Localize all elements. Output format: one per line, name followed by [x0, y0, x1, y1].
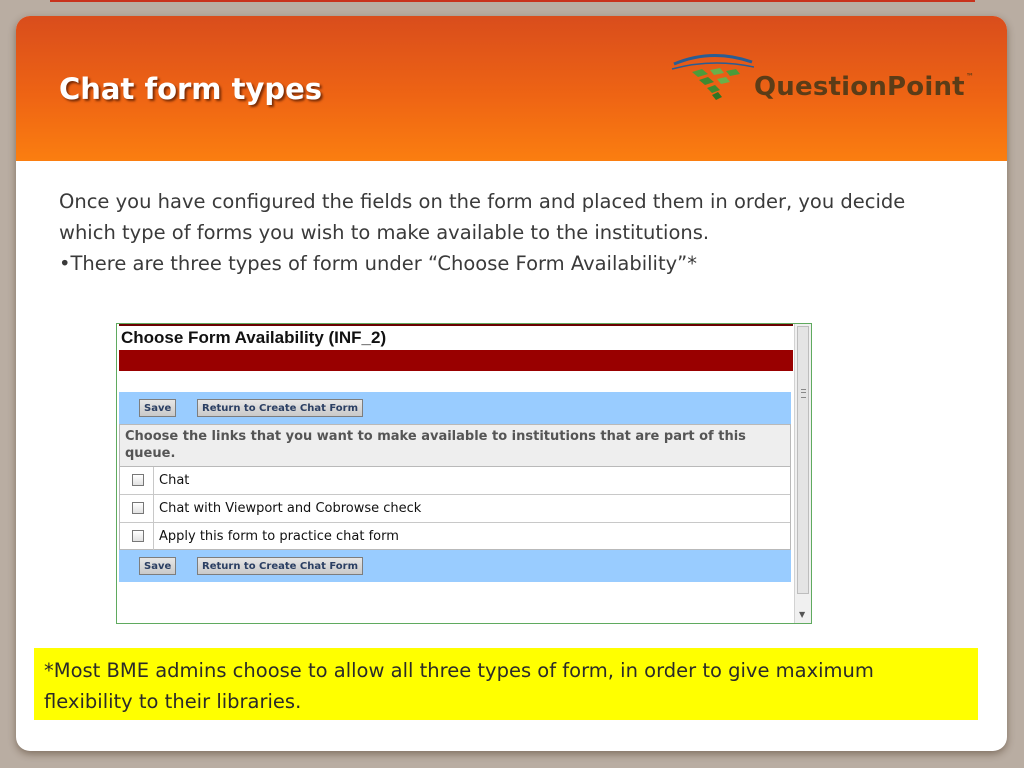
scroll-down-arrow-icon[interactable]: ▼ — [799, 611, 805, 619]
option-label: Chat — [159, 473, 190, 488]
body-paragraph: Once you have configured the fields on t… — [59, 190, 906, 244]
checkbox-cell — [120, 523, 154, 551]
slide: Chat form types QuestionPoint™ Once you … — [16, 16, 1007, 751]
slide-title: Chat form types — [59, 72, 323, 106]
slide-body: Once you have configured the fields on t… — [59, 186, 929, 279]
chat-checkbox[interactable] — [132, 474, 144, 486]
form-availability-screenshot: Choose Form Availability (INF_2) Save Re… — [116, 323, 812, 624]
return-to-create-chat-form-button[interactable]: Return to Create Chat Form — [197, 399, 364, 417]
option-label: Apply this form to practice chat form — [159, 529, 399, 544]
body-bullet: •There are three types of form under “Ch… — [59, 252, 698, 275]
checkbox-cell — [120, 495, 154, 522]
logo-trademark: ™ — [965, 72, 975, 81]
option-row-chat-viewport-cobrowse: Chat with Viewport and Cobrowse check — [120, 495, 790, 523]
options-instruction: Choose the links that you want to make a… — [120, 425, 790, 467]
save-button[interactable]: Save — [139, 399, 177, 417]
scrollbar-grip-icon — [801, 389, 806, 398]
questionpoint-logo-icon — [671, 54, 754, 100]
return-to-create-chat-form-button[interactable]: Return to Create Chat Form — [197, 557, 364, 575]
option-row-practice-chat: Apply this form to practice chat form — [120, 523, 790, 551]
highlight-note: *Most BME admins choose to allow all thr… — [34, 648, 978, 720]
option-row-chat: Chat — [120, 467, 790, 495]
logo-text: QuestionPoint — [754, 72, 965, 102]
practice-chat-checkbox[interactable] — [132, 530, 144, 542]
chat-viewport-cobrowse-checkbox[interactable] — [132, 502, 144, 514]
save-button[interactable]: Save — [139, 557, 177, 575]
screenshot-red-bar — [119, 350, 793, 371]
form-options-table: Choose the links that you want to make a… — [119, 424, 791, 551]
scrollbar-thumb[interactable] — [797, 326, 809, 594]
top-accent-line — [50, 0, 975, 2]
screenshot-top-rule — [119, 324, 793, 326]
slide-header: Chat form types QuestionPoint™ — [16, 16, 1007, 161]
button-bar-bottom: Save Return to Create Chat Form — [119, 550, 791, 582]
questionpoint-logo: QuestionPoint™ — [670, 50, 990, 110]
vertical-scrollbar[interactable]: ▼ — [794, 324, 811, 623]
button-bar-top: Save Return to Create Chat Form — [119, 392, 791, 424]
option-label: Chat with Viewport and Cobrowse check — [159, 501, 422, 516]
logo-wordmark: QuestionPoint™ — [754, 72, 974, 102]
checkbox-cell — [120, 467, 154, 494]
screenshot-title: Choose Form Availability (INF_2) — [121, 328, 387, 347]
